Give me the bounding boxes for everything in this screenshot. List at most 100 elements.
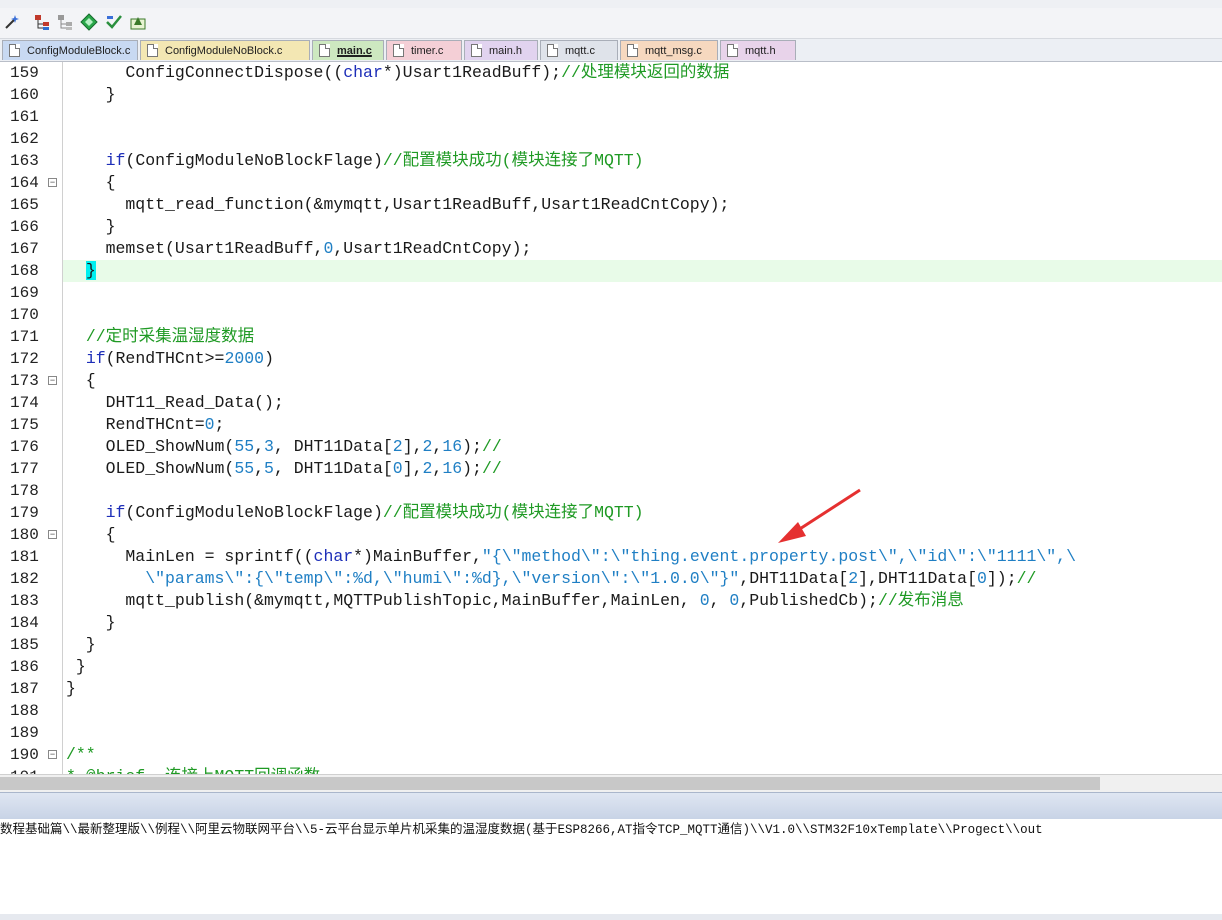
file-icon	[471, 44, 482, 57]
tab-label: mqtt_msg.c	[645, 45, 702, 57]
code-line[interactable]: 166 }	[0, 216, 1222, 238]
code-token: )	[264, 349, 274, 368]
code-line[interactable]: 175 RendTHCnt=0;	[0, 414, 1222, 436]
code-text: }	[66, 84, 116, 106]
code-line[interactable]: 161	[0, 106, 1222, 128]
code-line[interactable]: 185 }	[0, 634, 1222, 656]
code-text: {	[66, 172, 116, 194]
code-token: /**	[66, 745, 96, 764]
code-token: (ConfigModuleNoBlockFlage)	[125, 503, 383, 522]
line-number: 176	[10, 438, 39, 456]
code-line[interactable]: 174 DHT11_Read_Data();	[0, 392, 1222, 414]
line-number: 164	[10, 174, 39, 192]
line-number: 169	[10, 284, 39, 302]
tab-timer-c[interactable]: timer.c	[386, 40, 462, 60]
tab-label: main.c	[337, 45, 372, 57]
code-token: if	[105, 503, 126, 522]
code-text: DHT11_Read_Data();	[66, 392, 284, 414]
code-line[interactable]: 178	[0, 480, 1222, 502]
code-editor[interactable]: 159 ConfigConnectDispose((char*)Usart1Re…	[0, 62, 1222, 774]
tab-configmodulenoblock-c[interactable]: ConfigModuleNoBlock.c	[140, 40, 310, 60]
code-line[interactable]: 176 OLED_ShowNum(55,3, DHT11Data[2],2,16…	[0, 436, 1222, 458]
tab-mqtt-msg-c[interactable]: mqtt_msg.c	[620, 40, 718, 60]
code-line[interactable]: 167 memset(Usart1ReadBuff,0,Usart1ReadCn…	[0, 238, 1222, 260]
code-line[interactable]: 165 mqtt_read_function(&mymqtt,Usart1Rea…	[0, 194, 1222, 216]
code-token: mqtt_read_function(&mymqtt,Usart1ReadBuf…	[66, 195, 730, 214]
tab-main-h[interactable]: main.h	[464, 40, 538, 60]
check-icon[interactable]	[104, 12, 124, 32]
code-line[interactable]: 168 }	[0, 260, 1222, 282]
code-line[interactable]: 188	[0, 700, 1222, 722]
code-text: RendTHCnt=0;	[66, 414, 225, 436]
tab-main-c[interactable]: main.c	[312, 40, 384, 60]
line-number: 162	[10, 130, 39, 148]
code-token: ]);	[986, 569, 1017, 588]
code-token: ,	[432, 437, 443, 456]
code-line[interactable]: 190−/**	[0, 744, 1222, 766]
code-token: //配置模块成功(模块连接了MQTT)	[382, 151, 644, 170]
code-token: }	[66, 613, 116, 632]
line-number: 160	[10, 86, 39, 104]
code-line[interactable]: 189	[0, 722, 1222, 744]
line-number: 182	[10, 570, 39, 588]
current-line-highlight	[63, 260, 1222, 282]
code-line[interactable]: 169	[0, 282, 1222, 304]
line-number: 181	[10, 548, 39, 566]
code-token: //发布消息	[877, 591, 964, 610]
code-line[interactable]: 172 if(RendTHCnt>=2000)	[0, 348, 1222, 370]
diamond-green-icon[interactable]	[79, 12, 99, 32]
tree-gray-icon[interactable]	[55, 12, 75, 32]
code-line[interactable]: 187}	[0, 678, 1222, 700]
wand-icon[interactable]	[2, 12, 22, 32]
code-line[interactable]: 173− {	[0, 370, 1222, 392]
code-line[interactable]: 181 MainLen = sprintf((char*)MainBuffer,…	[0, 546, 1222, 568]
line-number: 177	[10, 460, 39, 478]
fold-toggle-icon[interactable]: −	[48, 178, 57, 187]
line-number: 168	[10, 262, 39, 280]
code-line[interactable]: 186 }	[0, 656, 1222, 678]
code-line[interactable]: 177 OLED_ShowNum(55,5, DHT11Data[0],2,16…	[0, 458, 1222, 480]
code-line[interactable]: 191 * @brief 连接上MQTT回调函数	[0, 766, 1222, 774]
tree-red-icon[interactable]	[32, 12, 52, 32]
code-line[interactable]: 180− {	[0, 524, 1222, 546]
build-icon[interactable]	[128, 12, 148, 32]
fold-toggle-icon[interactable]: −	[48, 376, 57, 385]
code-line[interactable]: 171 //定时采集温湿度数据	[0, 326, 1222, 348]
code-token: \"params\":{\"temp\":%d,\"humi\":%d},\"v…	[145, 569, 740, 588]
code-line[interactable]: 163 if(ConfigModuleNoBlockFlage)//配置模块成功…	[0, 150, 1222, 172]
horizontal-scrollbar[interactable]	[0, 774, 1222, 792]
code-token: ,	[709, 591, 730, 610]
line-number: 161	[10, 108, 39, 126]
line-number: 188	[10, 702, 39, 720]
code-line[interactable]: 170	[0, 304, 1222, 326]
code-line[interactable]: 160 }	[0, 84, 1222, 106]
tab-configmoduleblock-c[interactable]: ConfigModuleBlock.c	[2, 40, 138, 60]
tab-label: mqtt.c	[565, 45, 595, 57]
code-token: , DHT11Data[	[273, 459, 393, 478]
code-line[interactable]: 164− {	[0, 172, 1222, 194]
scrollbar-thumb[interactable]	[0, 777, 1100, 790]
code-token: ,Usart1ReadCntCopy);	[333, 239, 532, 258]
code-text: {	[66, 370, 96, 392]
code-token: ],DHT11Data[	[858, 569, 977, 588]
code-token: 2	[422, 437, 433, 456]
code-token: 0	[204, 415, 215, 434]
fold-toggle-icon[interactable]: −	[48, 530, 57, 539]
file-icon	[727, 44, 738, 57]
line-number: 165	[10, 196, 39, 214]
code-token: {	[66, 371, 96, 390]
code-line[interactable]: 182 \"params\":{\"temp\":%d,\"humi\":%d}…	[0, 568, 1222, 590]
code-token: DHT11_Read_Data();	[66, 393, 284, 412]
tab-mqtt-h[interactable]: mqtt.h	[720, 40, 796, 60]
file-icon	[319, 44, 330, 57]
code-line[interactable]: 184 }	[0, 612, 1222, 634]
tab-mqtt-c[interactable]: mqtt.c	[540, 40, 618, 60]
code-line[interactable]: 179 if(ConfigModuleNoBlockFlage)//配置模块成功…	[0, 502, 1222, 524]
panel-splitter[interactable]	[0, 792, 1222, 820]
fold-toggle-icon[interactable]: −	[48, 750, 57, 759]
code-line[interactable]: 183 mqtt_publish(&mymqtt,MQTTPublishTopi…	[0, 590, 1222, 612]
code-line[interactable]: 162	[0, 128, 1222, 150]
code-line[interactable]: 159 ConfigConnectDispose((char*)Usart1Re…	[0, 62, 1222, 84]
